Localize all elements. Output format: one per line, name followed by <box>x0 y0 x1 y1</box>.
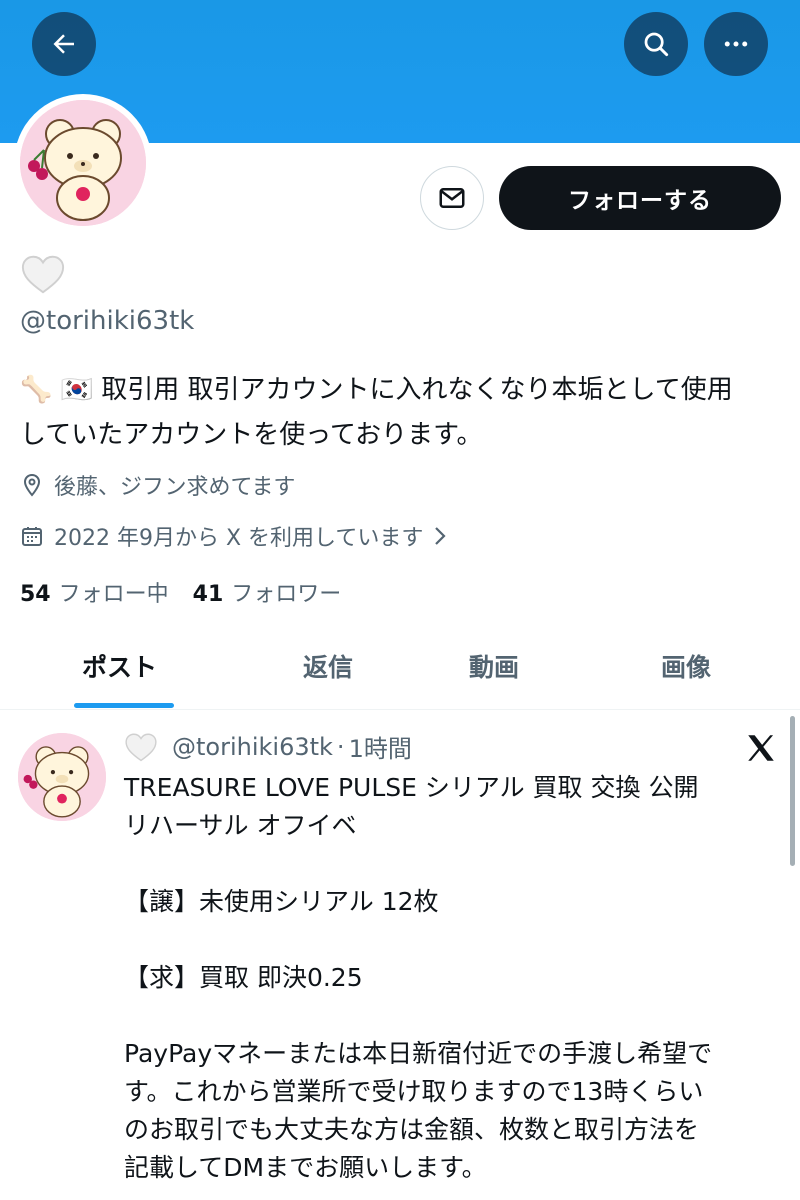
followers-count: 41 <box>192 582 224 607</box>
post-line: TREASURE LOVE PULSE シリアル 買取 交換 公開 <box>124 773 699 802</box>
bio-line: 🦴 🇰🇷 取引用 取引アカウントに入れなくなり本垢として使用 <box>20 375 733 405</box>
post-line: リハーサル オフイベ <box>124 811 357 840</box>
post-item[interactable]: @torihiki63tk · 1時間 TREASURE LOVE PULSE … <box>0 711 800 1200</box>
location-pin-icon <box>20 473 44 497</box>
post-line: PayPayマネーまたは本日新宿付近での手渡し希望で <box>124 1039 713 1068</box>
x-logo-icon <box>744 731 778 769</box>
white-heart-icon <box>21 255 65 294</box>
profile-avatar[interactable] <box>14 94 152 232</box>
post-line <box>124 997 784 1035</box>
tab-videos[interactable]: 動画 <box>469 648 519 684</box>
calendar-icon <box>20 524 44 548</box>
post-text: TREASURE LOVE PULSE シリアル 買取 交換 公開 リハーサル … <box>124 769 784 1187</box>
more-button[interactable] <box>704 12 768 76</box>
arrow-left-icon <box>53 34 74 54</box>
bear-avatar-image <box>20 100 146 226</box>
following-count: 54 <box>20 582 51 607</box>
more-horizontal-icon <box>724 41 748 47</box>
chevron-right-icon <box>431 525 449 547</box>
envelope-icon <box>439 188 465 208</box>
profile-tabs: ポスト 返信 動画 画像 <box>0 628 800 710</box>
bio-line: していたアカウントを使っております。 <box>20 420 483 450</box>
followers-link[interactable]: 41 フォロワー <box>193 576 342 608</box>
search-button[interactable] <box>624 12 688 76</box>
join-date-text: 2022 年9月から X を利用しています <box>54 526 424 551</box>
post-line: 記載してDMまでお願いします。 <box>124 1153 487 1182</box>
post-avatar[interactable] <box>18 733 106 821</box>
followers-label: フォロワー <box>231 582 342 607</box>
tab-posts[interactable]: ポスト <box>82 648 157 684</box>
profile-join-date[interactable]: 2022 年9月から X を利用しています <box>20 520 459 552</box>
following-link[interactable]: 54 フォロー中 <box>20 576 169 608</box>
message-button[interactable] <box>420 166 484 230</box>
profile-handle: @torihiki63tk <box>20 306 195 336</box>
location-text: 後藤、ジフン求めてます <box>54 475 296 500</box>
tab-replies[interactable]: 返信 <box>303 648 353 684</box>
profile-bio: 🦴 🇰🇷 取引用 取引アカウントに入れなくなり本垢として使用 していたアカウント… <box>20 368 790 458</box>
post-handle[interactable]: @torihiki63tk <box>172 733 333 761</box>
display-name <box>20 252 66 300</box>
active-tab-indicator <box>74 703 174 708</box>
search-icon <box>644 32 669 57</box>
back-button[interactable] <box>32 12 96 76</box>
tab-images[interactable]: 画像 <box>661 648 711 684</box>
post-line: のお取引でも大丈夫な方は金額、枚数と取引方法を <box>124 1115 700 1144</box>
scrollbar[interactable] <box>790 716 795 866</box>
post-line: 【求】買取 即決0.25 <box>124 963 363 992</box>
post-line <box>124 845 784 883</box>
post-header: @torihiki63tk · 1時間 <box>124 729 412 764</box>
white-heart-icon <box>125 733 157 761</box>
post-line: す。これから営業所で受け取りますので13時くらい <box>124 1077 704 1106</box>
post-separator: · <box>336 732 345 761</box>
post-line: 【譲】未使用シリアル 12枚 <box>124 887 439 916</box>
profile-stats: 54 フォロー中 41 フォロワー <box>20 576 341 608</box>
follow-button[interactable]: フォローする <box>499 166 781 230</box>
post-line <box>124 921 784 959</box>
profile-location: 後藤、ジフン求めてます <box>20 469 295 501</box>
post-time[interactable]: 1時間 <box>349 729 412 764</box>
following-label: フォロー中 <box>58 582 169 607</box>
